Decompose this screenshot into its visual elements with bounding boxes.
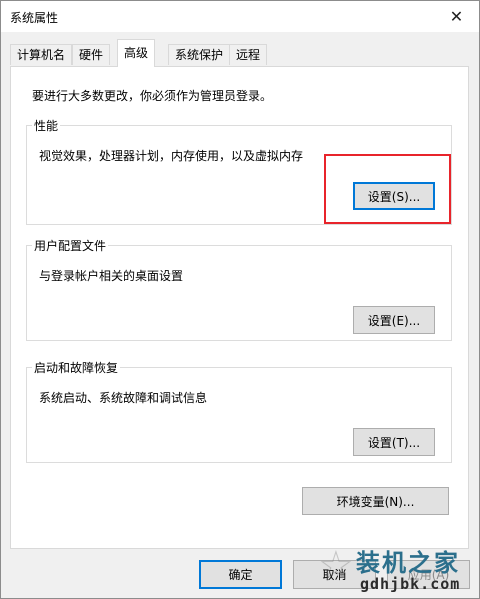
ok-button[interactable]: 确定: [199, 560, 282, 589]
tab-hardware[interactable]: 硬件: [72, 44, 111, 65]
performance-label: 性能: [32, 117, 61, 134]
tab-computer-name[interactable]: 计算机名: [10, 44, 73, 65]
user-profiles-group: 用户配置文件 与登录帐户相关的桌面设置 设置(E)...: [26, 237, 452, 341]
user-profiles-description: 与登录帐户相关的桌面设置: [39, 269, 184, 283]
close-button[interactable]: ✕: [434, 1, 479, 32]
performance-description: 视觉效果，处理器计划，内存使用，以及虚拟内存: [39, 149, 304, 163]
apply-button[interactable]: 应用(A): [387, 560, 470, 589]
window-title: 系统属性: [10, 11, 59, 25]
cancel-button[interactable]: 取消: [293, 560, 376, 589]
advanced-tab-panel: 要进行大多数更改，你必须作为管理员登录。 性能 视觉效果，处理器计划，内存使用，…: [10, 66, 469, 549]
admin-notice: 要进行大多数更改，你必须作为管理员登录。: [32, 89, 273, 103]
tab-system-protection[interactable]: 系统保护: [168, 44, 231, 65]
system-properties-window: 系统属性 ✕ 计算机名 硬件 高级 系统保护 远程 要进行大多数更改，你必须作为…: [0, 0, 480, 599]
tab-remote[interactable]: 远程: [229, 44, 268, 65]
user-profiles-settings-button[interactable]: 设置(E)...: [353, 306, 435, 334]
title-bar: 系统属性 ✕: [1, 1, 479, 32]
environment-variables-button[interactable]: 环境变量(N)...: [302, 487, 449, 515]
startup-recovery-group: 启动和故障恢复 系统启动、系统故障和调试信息 设置(T)...: [26, 359, 452, 463]
close-icon: ✕: [449, 7, 464, 26]
highlight-box: [324, 154, 451, 224]
startup-recovery-description: 系统启动、系统故障和调试信息: [39, 391, 208, 405]
tab-advanced[interactable]: 高级: [117, 39, 156, 67]
startup-recovery-settings-button[interactable]: 设置(T)...: [353, 428, 435, 456]
startup-recovery-label: 启动和故障恢复: [32, 359, 121, 376]
user-profiles-label: 用户配置文件: [32, 237, 109, 254]
